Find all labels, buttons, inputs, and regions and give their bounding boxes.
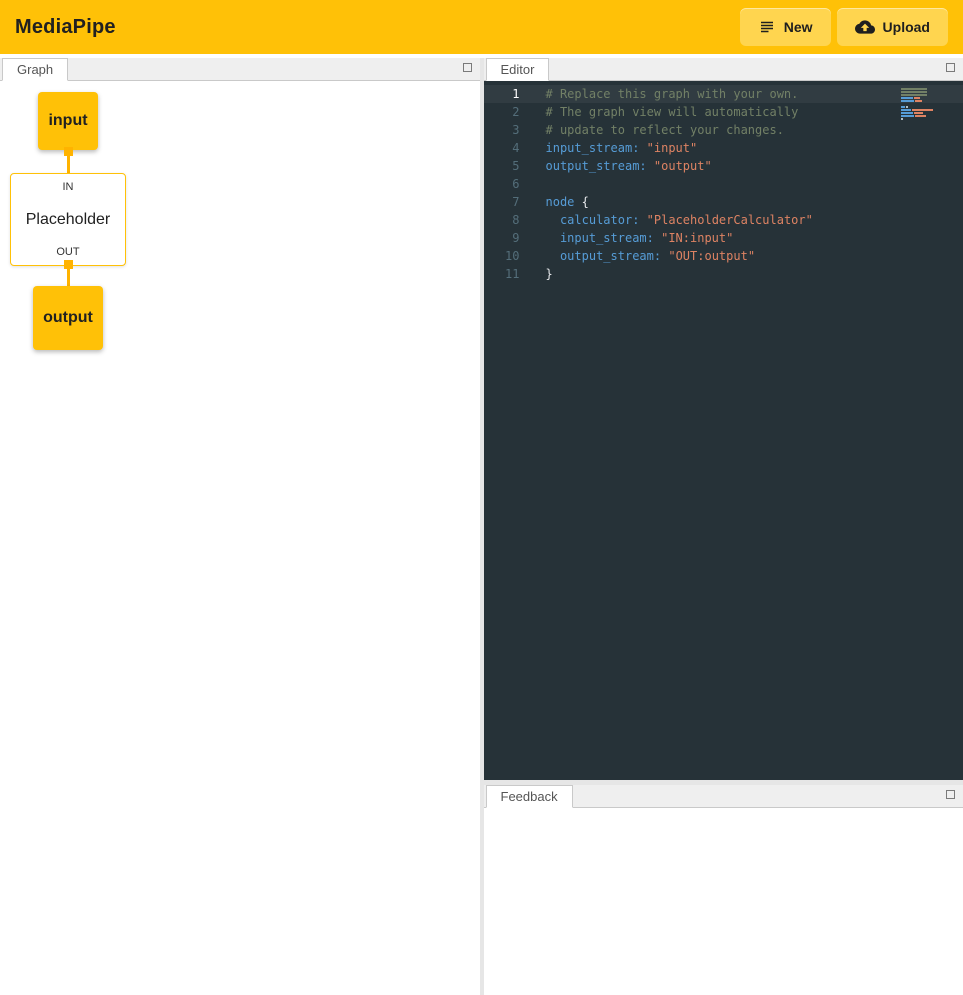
app-root: MediaPipe New Upload Graph: [0, 0, 963, 995]
placeholder-in-port: IN: [63, 181, 74, 193]
graph-panel-header: Graph: [0, 58, 480, 81]
line-number: 9: [484, 229, 520, 247]
line-number: 3: [484, 121, 520, 139]
line-content: }: [520, 265, 553, 283]
line-content: calculator: "PlaceholderCalculator": [520, 211, 813, 229]
code-line[interactable]: 9 input_stream: "IN:input": [484, 229, 963, 247]
editor-panel: Editor 1# Replace this graph with your o…: [484, 58, 963, 780]
upload-button[interactable]: Upload: [837, 8, 948, 46]
tab-feedback[interactable]: Feedback: [486, 785, 573, 808]
header-actions: New Upload: [740, 8, 948, 46]
line-content: output_stream: "OUT:output": [520, 247, 756, 265]
line-number: 1: [484, 85, 520, 103]
feedback-content: [484, 808, 963, 995]
menu-icon: [758, 18, 776, 36]
node-input-label: input: [48, 112, 87, 130]
code-line[interactable]: 2# The graph view will automatically: [484, 103, 963, 121]
line-content: output_stream: "output": [520, 157, 712, 175]
line-number: 7: [484, 193, 520, 211]
minimap[interactable]: [901, 88, 941, 121]
graph-node-placeholder[interactable]: IN Placeholder OUT: [10, 173, 126, 266]
main-layout: Graph input IN Placeholder OUT output: [0, 54, 963, 995]
code-line[interactable]: 8 calculator: "PlaceholderCalculator": [484, 211, 963, 229]
graph-maximize-icon[interactable]: [463, 63, 472, 72]
line-number: 8: [484, 211, 520, 229]
code-line[interactable]: 7node {: [484, 193, 963, 211]
line-number: 11: [484, 265, 520, 283]
right-column: Editor 1# Replace this graph with your o…: [484, 58, 963, 995]
tab-feedback-label: Feedback: [501, 789, 558, 804]
editor-maximize-icon[interactable]: [946, 63, 955, 72]
tab-graph-label: Graph: [17, 62, 53, 77]
code-line[interactable]: 5output_stream: "output": [484, 157, 963, 175]
code-line[interactable]: 4input_stream: "input": [484, 139, 963, 157]
line-number: 2: [484, 103, 520, 121]
code-line[interactable]: 11}: [484, 265, 963, 283]
cloud-upload-icon: [855, 17, 875, 37]
editor-panel-header: Editor: [484, 58, 963, 81]
feedback-maximize-icon[interactable]: [946, 790, 955, 799]
graph-node-input[interactable]: input: [38, 92, 98, 150]
placeholder-out-port: OUT: [56, 246, 79, 258]
tab-graph[interactable]: Graph: [2, 58, 68, 81]
top-bar: MediaPipe New Upload: [0, 0, 963, 54]
graph-panel: Graph input IN Placeholder OUT output: [0, 58, 480, 995]
connector-line: [67, 266, 70, 287]
upload-button-label: Upload: [883, 19, 930, 35]
line-number: 4: [484, 139, 520, 157]
placeholder-title: Placeholder: [26, 211, 111, 229]
node-output-label: output: [43, 309, 93, 327]
line-content: input_stream: "input": [520, 139, 698, 157]
line-content: input_stream: "IN:input": [520, 229, 734, 247]
code-line[interactable]: 1# Replace this graph with your own.: [484, 85, 963, 103]
code-line[interactable]: 3# update to reflect your changes.: [484, 121, 963, 139]
line-content: # The graph view will automatically: [520, 103, 799, 121]
line-content: node {: [520, 193, 589, 211]
graph-canvas[interactable]: input IN Placeholder OUT output: [0, 81, 480, 995]
line-number: 10: [484, 247, 520, 265]
app-title: MediaPipe: [15, 16, 116, 39]
line-number: 5: [484, 157, 520, 175]
tab-editor-label: Editor: [501, 62, 535, 77]
connector-line: [67, 150, 70, 174]
code-line[interactable]: 10 output_stream: "OUT:output": [484, 247, 963, 265]
feedback-panel-header: Feedback: [484, 785, 963, 808]
line-content: [520, 175, 546, 193]
feedback-panel: Feedback: [484, 785, 963, 995]
line-content: # update to reflect your changes.: [520, 121, 784, 139]
code-line[interactable]: 6: [484, 175, 963, 193]
code-editor[interactable]: 1# Replace this graph with your own.2# T…: [484, 81, 963, 780]
line-number: 6: [484, 175, 520, 193]
graph-node-output[interactable]: output: [33, 286, 103, 350]
new-button[interactable]: New: [740, 8, 831, 46]
tab-editor[interactable]: Editor: [486, 58, 550, 81]
code-lines: 1# Replace this graph with your own.2# T…: [484, 85, 963, 283]
line-content: # Replace this graph with your own.: [520, 85, 799, 103]
new-button-label: New: [784, 19, 813, 35]
